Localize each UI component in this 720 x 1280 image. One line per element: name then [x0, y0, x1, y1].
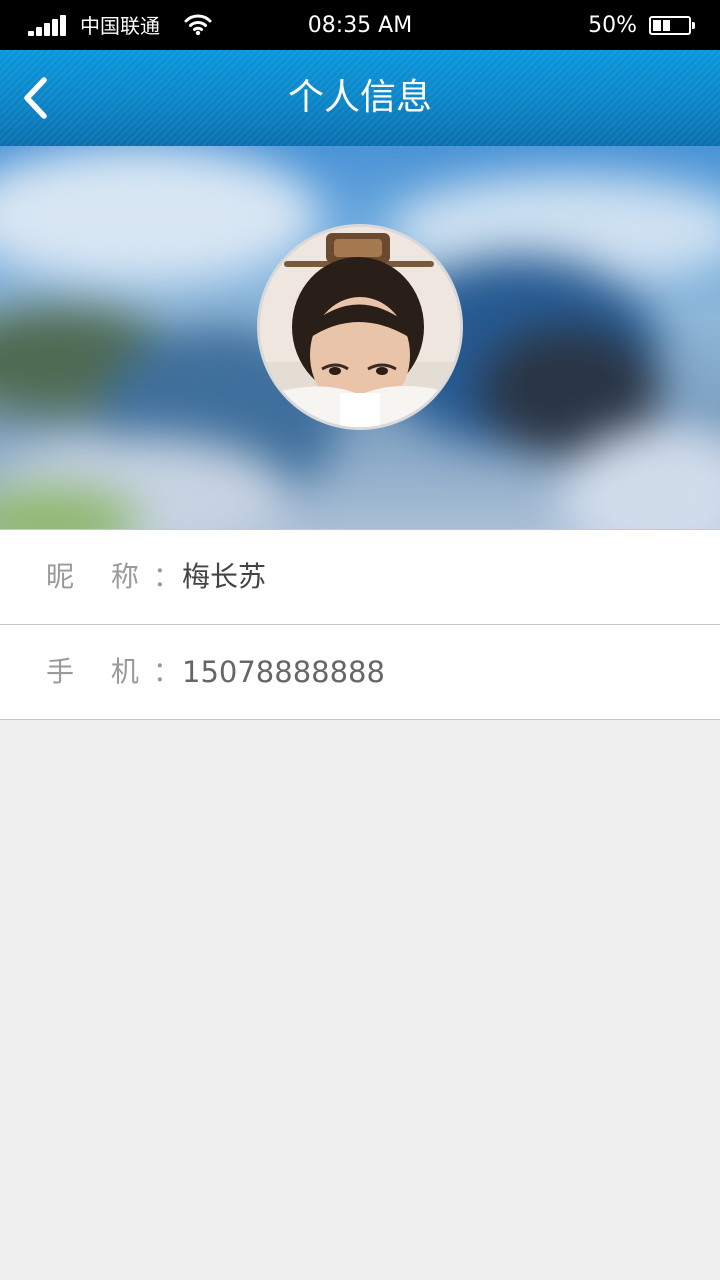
- info-list: 昵 称： 梅长苏 手 机： 15078888888: [0, 529, 720, 720]
- battery-icon: [649, 16, 695, 35]
- signal-icon: [28, 14, 68, 36]
- nickname-label: 昵 称：: [46, 560, 195, 593]
- status-time: 08:35 AM: [307, 13, 413, 38]
- chevron-left-icon: [24, 77, 47, 119]
- info-row-phone[interactable]: 手 机： 15078888888: [0, 625, 720, 720]
- back-button[interactable]: [10, 72, 62, 124]
- battery-level: [653, 20, 670, 31]
- carrier-name: 中国联通: [80, 14, 160, 38]
- phone-value: 15078888888: [182, 655, 385, 689]
- nav-bar: 个人信息: [0, 50, 720, 146]
- avatar[interactable]: [257, 224, 463, 430]
- battery-percent: 50%: [588, 13, 637, 38]
- page-title: 个人信息: [287, 77, 432, 118]
- wifi-icon: [184, 12, 212, 36]
- nickname-value: 梅长苏: [182, 560, 267, 593]
- info-row-nickname[interactable]: 昵 称： 梅长苏: [0, 530, 720, 625]
- phone-label: 手 机：: [46, 655, 195, 688]
- avatar-photo: [260, 227, 460, 427]
- status-bar: 中国联通 08:35 AM 50%: [0, 0, 720, 50]
